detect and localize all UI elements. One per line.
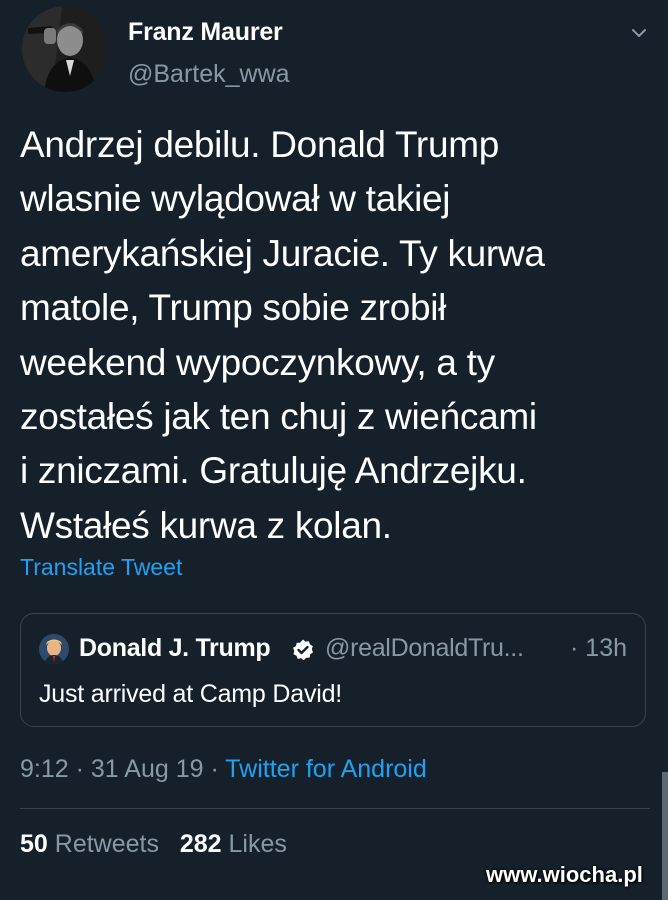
likes-stat[interactable]: 282 Likes	[180, 830, 287, 858]
quoted-author-name: Donald J. Trump	[79, 634, 271, 662]
watermark: www.wiocha.pl	[486, 862, 643, 887]
quoted-tweet-text: Just arrived at Camp David!	[39, 680, 343, 708]
verified-badge-icon	[291, 638, 315, 662]
meta-separator: ·	[68, 755, 91, 783]
quoted-tweet[interactable]: Donald J. Trump @realDonaldTru... · 13h …	[20, 613, 646, 727]
translate-tweet-link[interactable]: Translate Tweet	[20, 554, 182, 581]
author-avatar[interactable]	[22, 6, 108, 92]
divider	[20, 808, 650, 809]
meta-separator: ·	[203, 755, 226, 783]
retweets-stat[interactable]: 50 Retweets	[20, 830, 159, 858]
tweet-source-link[interactable]: Twitter for Android	[225, 755, 426, 783]
likes-label: Likes	[228, 830, 287, 858]
tweet-time: 9:12	[20, 755, 69, 783]
tweet-stats: 50 Retweets 282 Likes	[20, 830, 287, 859]
retweets-count: 50	[20, 830, 48, 858]
quoted-author-handle: @realDonaldTru...	[325, 634, 524, 662]
tweet-meta: 9:12 · 31 Aug 19 · Twitter for Android	[20, 755, 427, 784]
tweet-header: Franz Maurer @Bartek_wwa	[22, 6, 652, 96]
author-handle[interactable]: @Bartek_wwa	[128, 60, 290, 89]
tweet-date: 31 Aug 19	[90, 755, 204, 783]
scrollbar[interactable]	[662, 772, 668, 900]
retweets-label: Retweets	[54, 830, 159, 858]
quoted-author-avatar	[39, 634, 69, 664]
author-name[interactable]: Franz Maurer	[128, 18, 283, 47]
chevron-down-icon[interactable]	[628, 22, 650, 44]
tweet-text: Andrzej debilu. Donald Trump wlasnie wyl…	[20, 124, 545, 546]
likes-count: 282	[179, 830, 222, 858]
quoted-tweet-time: · 13h	[570, 634, 627, 662]
